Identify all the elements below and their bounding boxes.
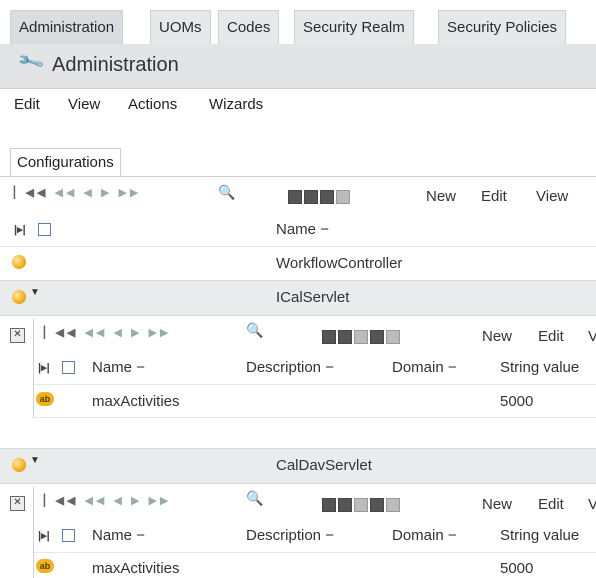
string-type-icon: ab bbox=[36, 392, 54, 406]
tab-security-realm[interactable]: Security Realm bbox=[294, 10, 414, 44]
row-string-value: 5000 bbox=[500, 393, 534, 410]
expand-caret-icon[interactable]: ▼ bbox=[30, 455, 40, 466]
table-row-expanded[interactable]: ▼ ICalServlet bbox=[0, 280, 596, 316]
search-icon[interactable]: 🔍 bbox=[246, 490, 263, 507]
column-domain-header[interactable]: Domain − bbox=[392, 359, 457, 376]
select-all-checkbox[interactable] bbox=[38, 223, 51, 236]
tab-codes[interactable]: Codes bbox=[218, 10, 280, 44]
column-chooser-icon[interactable]: |▸| bbox=[38, 361, 50, 374]
tab-security-policies[interactable]: Security Policies bbox=[438, 10, 567, 44]
column-chooser-icon[interactable]: |▸| bbox=[38, 529, 50, 542]
row-name: CalDavServlet bbox=[276, 457, 372, 474]
new-button[interactable]: New bbox=[482, 496, 512, 513]
tab-administration[interactable]: Administration bbox=[10, 10, 124, 44]
menu-edit[interactable]: Edit bbox=[14, 96, 40, 113]
column-name-header[interactable]: Name − bbox=[92, 359, 145, 376]
wrench-icon: 🔧 bbox=[16, 47, 46, 77]
column-name-header[interactable]: Name − bbox=[276, 221, 329, 238]
menu-actions[interactable]: Actions bbox=[128, 96, 177, 113]
view-button[interactable]: V bbox=[588, 328, 596, 345]
page-title: Administration bbox=[52, 54, 179, 76]
nested-toolbar: ✕ ▏◀◀ ◀◀ ◀ ▶ ▶▶ 🔍 New Edit V bbox=[0, 486, 596, 520]
bulk-action-icons[interactable] bbox=[322, 498, 400, 512]
row-name: maxActivities bbox=[92, 560, 180, 577]
tab-configurations[interactable]: Configurations bbox=[10, 148, 121, 177]
select-all-checkbox[interactable] bbox=[62, 361, 75, 374]
search-icon[interactable]: 🔍 bbox=[218, 184, 235, 201]
orb-icon bbox=[12, 255, 26, 269]
menu-view[interactable]: View bbox=[68, 96, 100, 113]
nested-toolbar: ✕ ▏◀◀ ◀◀ ◀ ▶ ▶▶ 🔍 New Edit V bbox=[0, 318, 596, 352]
row-name: maxActivities bbox=[92, 393, 180, 410]
edit-button[interactable]: Edit bbox=[481, 188, 507, 205]
view-button[interactable]: View bbox=[536, 188, 568, 205]
edit-button[interactable]: Edit bbox=[538, 496, 564, 513]
top-tab-bar: Administration UOMs Codes Security Realm… bbox=[0, 0, 596, 44]
tab-uoms[interactable]: UOMs bbox=[150, 10, 211, 44]
bulk-action-icons[interactable] bbox=[322, 330, 400, 344]
table-header-row: |▸| Name − bbox=[0, 214, 596, 247]
search-icon[interactable]: 🔍 bbox=[246, 322, 263, 339]
row-name: WorkflowController bbox=[276, 255, 403, 272]
column-chooser-icon[interactable]: |▸| bbox=[14, 223, 26, 236]
close-nested-icon[interactable]: ✕ bbox=[10, 496, 25, 511]
bulk-action-icons[interactable] bbox=[288, 190, 350, 204]
table-row-expanded[interactable]: ▼ CalDavServlet bbox=[0, 448, 596, 484]
pagination-icons[interactable]: ▏◀◀ ◀◀ ◀ ▶ ▶▶ bbox=[14, 186, 141, 199]
menu-wizards[interactable]: Wizards bbox=[209, 96, 263, 113]
column-name-header[interactable]: Name − bbox=[92, 527, 145, 544]
column-description-header[interactable]: Description − bbox=[246, 527, 334, 544]
new-button[interactable]: New bbox=[426, 188, 456, 205]
main-toolbar: ▏◀◀ ◀◀ ◀ ▶ ▶▶ 🔍 New Edit View bbox=[0, 178, 596, 212]
string-type-icon: ab bbox=[36, 559, 54, 573]
edit-button[interactable]: Edit bbox=[538, 328, 564, 345]
column-string-value-header[interactable]: String value bbox=[500, 359, 579, 376]
view-button[interactable]: V bbox=[588, 496, 596, 513]
column-string-value-header[interactable]: String value bbox=[500, 527, 579, 544]
nested-table-header-row: |▸| Name − Description − Domain − String… bbox=[34, 520, 596, 553]
close-nested-icon[interactable]: ✕ bbox=[10, 328, 25, 343]
table-row[interactable]: ab maxActivities 5000 bbox=[34, 385, 596, 418]
expand-caret-icon[interactable]: ▼ bbox=[30, 287, 40, 298]
nested-table-header-row: |▸| Name − Description − Domain − String… bbox=[34, 352, 596, 385]
table-row[interactable]: WorkflowController bbox=[0, 247, 596, 281]
row-name: ICalServlet bbox=[276, 289, 350, 306]
table-row[interactable]: ab maxActivities 5000 bbox=[34, 553, 596, 578]
pagination-icons[interactable]: ▏◀◀ ◀◀ ◀ ▶ ▶▶ bbox=[44, 326, 171, 339]
page-header: 🔧 Administration bbox=[0, 44, 596, 89]
row-string-value: 5000 bbox=[500, 560, 534, 577]
column-description-header[interactable]: Description − bbox=[246, 359, 334, 376]
select-all-checkbox[interactable] bbox=[62, 529, 75, 542]
orb-icon bbox=[12, 290, 26, 304]
new-button[interactable]: New bbox=[482, 328, 512, 345]
orb-icon bbox=[12, 458, 26, 472]
subtab-divider bbox=[0, 176, 596, 177]
pagination-icons[interactable]: ▏◀◀ ◀◀ ◀ ▶ ▶▶ bbox=[44, 494, 171, 507]
column-domain-header[interactable]: Domain − bbox=[392, 527, 457, 544]
